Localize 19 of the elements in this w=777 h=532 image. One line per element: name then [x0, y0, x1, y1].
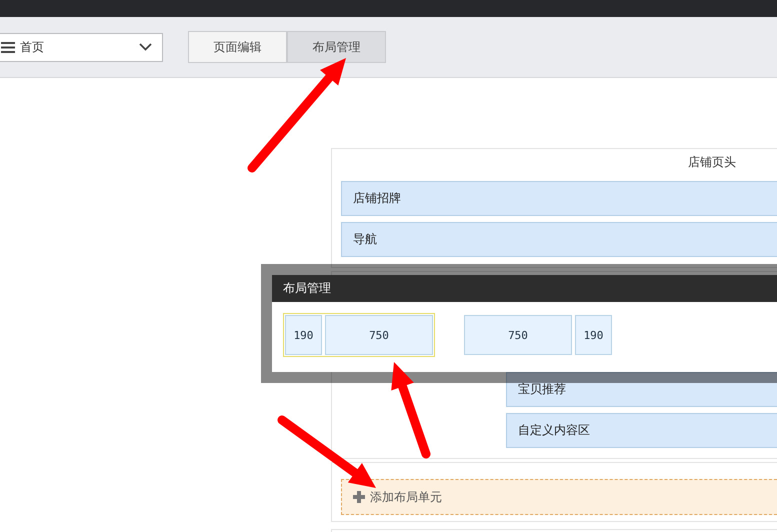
- section-title: 店铺页头: [688, 154, 736, 171]
- column-width: 750: [464, 315, 572, 355]
- chevron-down-icon: [139, 43, 152, 51]
- column-width: 190: [285, 315, 322, 355]
- layout-option[interactable]: 750 190: [462, 313, 614, 357]
- dialog-title: 布局管理: [272, 275, 777, 302]
- module-row[interactable]: 店铺招牌: [341, 181, 777, 216]
- tab[interactable]: 布局管理: [287, 31, 386, 63]
- column-width: 190: [575, 315, 612, 355]
- module-row[interactable]: 导航: [341, 222, 777, 257]
- menu-icon: [1, 42, 15, 52]
- page-select[interactable]: 首页: [0, 32, 163, 62]
- module-row[interactable]: 自定义内容区: [506, 413, 777, 448]
- add-layout-button[interactable]: 添加布局单元: [341, 479, 777, 515]
- plus-icon: [353, 491, 365, 503]
- module-row[interactable]: 宝贝推荐: [506, 372, 777, 407]
- layout-option[interactable]: 190 750: [283, 313, 435, 357]
- tab[interactable]: 页面编辑: [188, 31, 287, 63]
- column-width: 750: [325, 315, 433, 355]
